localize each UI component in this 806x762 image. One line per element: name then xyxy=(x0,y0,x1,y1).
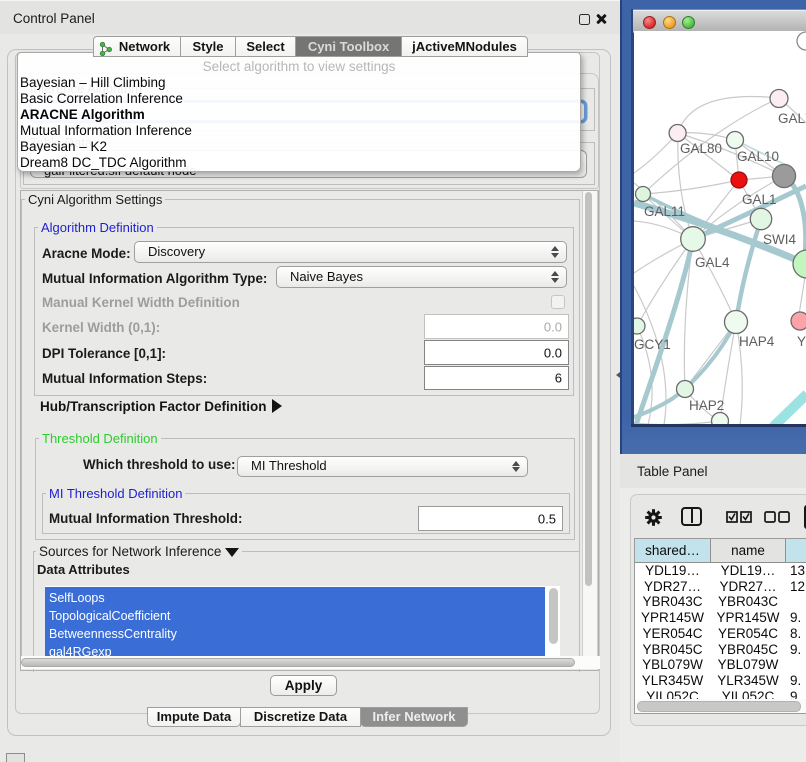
svg-text:GAL4: GAL4 xyxy=(695,255,730,270)
svg-text:GAL80: GAL80 xyxy=(680,141,722,156)
svg-text:GAL11: GAL11 xyxy=(644,204,685,219)
svg-text:GCY1: GCY1 xyxy=(634,337,671,352)
svg-text:HAP2: HAP2 xyxy=(689,398,724,413)
svg-text:GAL7: GAL7 xyxy=(778,111,806,126)
svg-text:Y: Y xyxy=(797,334,806,349)
svg-text:GAL10: GAL10 xyxy=(737,149,779,164)
svg-text:GAL1: GAL1 xyxy=(742,192,777,207)
svg-text:SWI4: SWI4 xyxy=(763,232,796,247)
svg-text:HAP4: HAP4 xyxy=(739,334,775,349)
